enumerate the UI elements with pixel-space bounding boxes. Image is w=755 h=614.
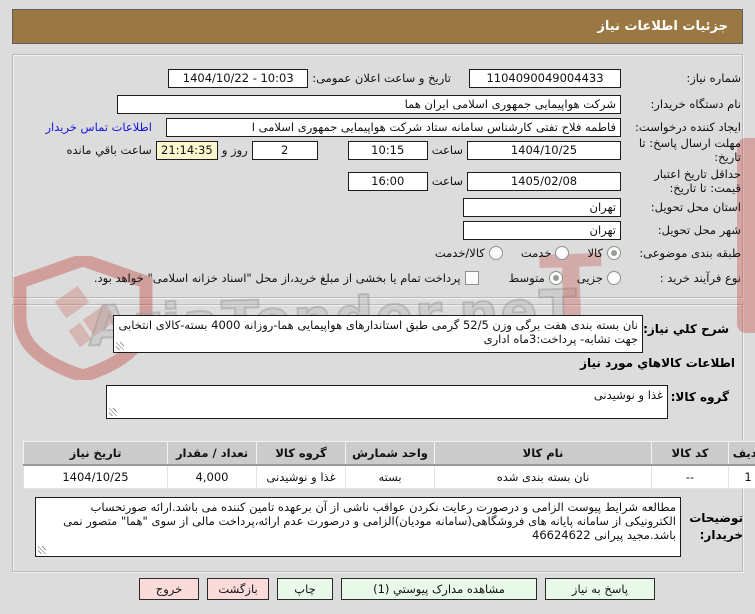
need-number-label: شماره نیاز: — [686, 71, 741, 85]
need-description-label: شرح کلي نیاز: — [643, 322, 729, 336]
city-label: شهر محل تحویل: — [657, 223, 741, 237]
process-type-row: نوع فرآیند خرید : جزیی متوسط پرداخت تمام… — [20, 268, 741, 288]
need-description-textarea[interactable]: نان بسته بندی هفت برگی وزن 52/5 گرمی طبق… — [113, 315, 643, 353]
back-button[interactable]: بازگشت — [207, 578, 269, 600]
remaining-days-input[interactable]: 2 — [251, 140, 318, 160]
deadline-row: مهلت ارسال پاسخ: تا تاریخ: 1404/10/25 سا… — [20, 136, 742, 164]
respond-to-need-button[interactable]: پاسخ به نیاز — [545, 578, 655, 600]
table-cell: بسته — [345, 464, 435, 489]
goods-section-title: اطلاعات کالاهاي مورد نیاز — [580, 356, 735, 370]
goods-table: ردیفکد کالانام کالاواحد شمارشگروه کالاتع… — [23, 441, 755, 489]
print-button[interactable]: چاپ — [277, 578, 333, 600]
table-cell: 4,000 — [167, 464, 257, 489]
page-title: جزئیات اطلاعات نیاز — [597, 19, 728, 34]
goods-group-textarea[interactable]: غذا و نوشیدنی — [106, 385, 668, 419]
province-row: استان محل تحویل: تهران — [20, 197, 741, 217]
column-header: ردیف — [728, 441, 755, 466]
exit-button[interactable]: خروج — [139, 578, 199, 600]
radio-service[interactable] — [555, 246, 570, 260]
buyer-notes-textarea[interactable]: مطالعه شرایط پیوست الزامی و درصورت رعایت… — [35, 497, 681, 557]
buyer-org-row: نام دستگاه خریدار: شرکت هواپیمایی جمهوری… — [20, 94, 741, 114]
hours-remaining-label: ساعت باقي مانده — [66, 143, 152, 157]
subject-class-row: طبقه بندی موضوعی: کالا خدمت کالا/خدمت — [20, 243, 741, 263]
need-number-input[interactable]: 1104090049004433 — [469, 68, 621, 88]
buyer-org-label: نام دستگاه خریدار: — [650, 97, 741, 111]
need-details-page: AriaTender.neT T جزئیات اطلاعات نیاز شما… — [0, 0, 755, 614]
announce-datetime-label: تاریخ و ساعت اعلان عمومی: — [312, 71, 451, 85]
buyer-contact-link[interactable]: اطلاعات تماس خریدار — [45, 120, 152, 134]
province-label: استان محل تحویل: — [650, 200, 741, 214]
table-cell: -- — [651, 464, 729, 489]
need-number-row: شماره نیاز: 1104090049004433 تاریخ و ساع… — [20, 68, 741, 88]
goods-table-header-row: ردیفکد کالانام کالاواحد شمارشگروه کالاتع… — [23, 441, 755, 466]
price-validity-date-input[interactable]: 1405/02/08 — [467, 171, 621, 191]
radio-goods-service[interactable] — [488, 246, 503, 260]
announce-datetime-input[interactable]: 1404/10/22 - 10:03 — [168, 68, 309, 88]
days-and-label: روز و — [221, 143, 248, 157]
subject-class-label: طبقه بندی موضوعی: — [639, 246, 741, 260]
countdown-timer: 21:14:35 — [155, 140, 218, 160]
radio-partial-label: جزیی — [576, 271, 603, 285]
radio-goods[interactable] — [607, 246, 621, 260]
radio-service-label: خدمت — [520, 246, 552, 260]
action-buttons: پاسخ به نیاز مشاهده مدارک پیوستي (1) چاپ… — [139, 578, 655, 600]
province-input[interactable]: تهران — [463, 197, 621, 217]
radio-medium[interactable] — [548, 271, 563, 285]
deadline-date-input[interactable]: 1404/10/25 — [467, 140, 621, 160]
column-header: کد کالا — [651, 441, 729, 466]
treasury-docs-checkbox-label: پرداخت تمام یا بخشی از مبلغ خرید،از محل … — [93, 271, 461, 285]
column-header: گروه کالا — [256, 441, 346, 466]
price-validity-label: حداقل تاریخ اعتبار قیمت: تا تاریخ: — [654, 167, 741, 195]
radio-goods-label: کالا — [587, 246, 603, 260]
table-row: 1 -- نان بسته بندی شده بسته غذا و نوشیدنی 4,0… — [23, 464, 755, 489]
request-creator-row: ایجاد کننده درخواست: فاطمه فلاح تفتی کار… — [20, 117, 741, 137]
table-cell: غذا و نوشیدنی — [256, 464, 346, 489]
request-creator-input[interactable]: فاطمه فلاح تفتی کارشناس سامانه ستاد شرکت… — [166, 117, 621, 137]
price-validity-row: حداقل تاریخ اعتبار قیمت: تا تاریخ: 1405/… — [20, 167, 741, 195]
price-validity-time-input[interactable]: 16:00 — [347, 171, 428, 191]
table-cell: 1 — [728, 464, 755, 489]
request-creator-label: ایجاد کننده درخواست: — [635, 120, 741, 134]
process-type-label: نوع فرآیند خرید : — [659, 271, 741, 285]
treasury-docs-checkbox[interactable] — [464, 271, 479, 285]
buyer-org-input[interactable]: شرکت هواپیمایی جمهوری اسلامی ایران هما — [117, 94, 621, 114]
deadline-time-input[interactable]: 10:15 — [347, 140, 428, 160]
column-header: نام کالا — [434, 441, 652, 466]
goods-group-label: گروه کالا: — [670, 390, 729, 404]
radio-partial[interactable] — [607, 271, 621, 285]
city-row: شهر محل تحویل: تهران — [20, 220, 741, 240]
city-input[interactable]: تهران — [463, 220, 621, 240]
buyer-notes-label: توضیحات خریدار: — [689, 511, 743, 542]
title-bar: جزئیات اطلاعات نیاز — [12, 9, 743, 44]
price-validity-time-label: ساعت — [431, 174, 463, 188]
radio-goods-service-label: کالا/خدمت — [434, 246, 485, 260]
view-attached-documents-button[interactable]: مشاهده مدارک پیوستي (1) — [341, 578, 537, 600]
table-cell: 1404/10/25 — [23, 464, 168, 489]
deadline-time-label: ساعت — [431, 143, 463, 157]
table-cell: نان بسته بندی شده — [434, 464, 652, 489]
radio-medium-label: متوسط — [508, 271, 545, 285]
column-header: تعداد / مقدار — [167, 441, 257, 466]
column-header: تاریخ نیاز — [23, 441, 168, 466]
column-header: واحد شمارش — [345, 441, 435, 466]
goods-table-body: 1 -- نان بسته بندی شده بسته غذا و نوشیدنی 4,0… — [23, 464, 755, 489]
deadline-label: مهلت ارسال پاسخ: تا تاریخ: — [638, 136, 741, 164]
